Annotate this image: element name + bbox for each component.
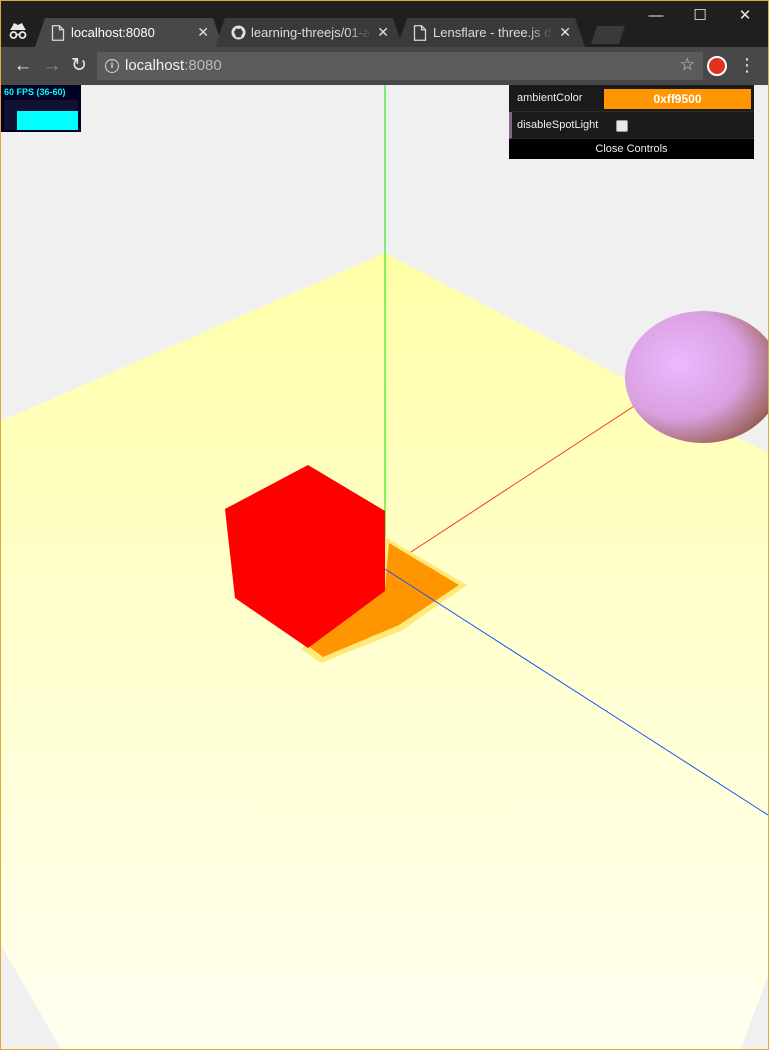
- url-text: localhost:8080: [125, 52, 222, 80]
- bookmark-star-icon[interactable]: ☆: [680, 55, 695, 75]
- browser-window: localhost:8080 ✕ learning-threejs/01-amb…: [0, 0, 769, 1050]
- page-icon: [413, 25, 427, 41]
- disable-spotlight-checkbox[interactable]: [616, 120, 628, 132]
- tab-strip: localhost:8080 ✕ learning-threejs/01-amb…: [1, 1, 768, 47]
- incognito-icon: [9, 23, 27, 39]
- new-tab-button[interactable]: [591, 26, 625, 44]
- page-icon: [51, 25, 65, 41]
- github-icon: [231, 25, 246, 40]
- info-icon[interactable]: i: [105, 59, 119, 73]
- control-disable-spotlight: disableSpotLight: [509, 112, 754, 139]
- maximize-button[interactable]: ☐: [677, 5, 723, 27]
- extension-stop-icon[interactable]: [707, 56, 727, 76]
- close-controls-button[interactable]: Close Controls: [509, 139, 754, 159]
- minimize-button[interactable]: —: [633, 5, 679, 27]
- reload-button[interactable]: ↻: [68, 55, 90, 77]
- ambient-color-label: ambientColor: [517, 92, 583, 104]
- dat-gui-panel: ambientColor 0xff9500 disableSpotLight C…: [509, 85, 754, 159]
- tab-localhost[interactable]: localhost:8080 ✕: [35, 18, 223, 47]
- three-scene[interactable]: [1, 85, 768, 1049]
- forward-button[interactable]: →: [41, 55, 63, 77]
- disable-spotlight-label: disableSpotLight: [517, 119, 599, 131]
- browser-toolbar: ← → ↻ i localhost:8080 ☆ ⋮: [1, 47, 768, 85]
- fps-label: 60 FPS (36-60): [4, 87, 66, 97]
- close-tab-icon[interactable]: ✕: [559, 18, 571, 47]
- webgl-viewport[interactable]: 60 FPS (36-60) ambientColor 0xff9500 dis…: [1, 85, 768, 1049]
- ambient-color-input[interactable]: 0xff9500: [604, 89, 751, 109]
- url-port: :8080: [184, 57, 222, 74]
- address-bar[interactable]: i localhost:8080 ☆: [97, 52, 703, 80]
- tab-github[interactable]: learning-threejs/01-ambient-light.html ✕: [215, 18, 403, 47]
- tab-title: localhost:8080: [71, 25, 155, 40]
- fps-graph-bar: [17, 111, 78, 130]
- close-tab-icon[interactable]: ✕: [197, 18, 209, 47]
- tab-title: Lensflare - three.js docs: [433, 25, 553, 40]
- fps-graph: [4, 100, 78, 130]
- control-ambient-color: ambientColor 0xff9500: [509, 85, 754, 112]
- close-window-button[interactable]: ✕: [722, 5, 768, 27]
- tab-title: learning-threejs/01-ambient-light.html: [251, 25, 371, 40]
- back-button[interactable]: ←: [12, 55, 34, 77]
- tab-lensflare[interactable]: Lensflare - three.js docs ✕: [397, 18, 585, 47]
- url-host: localhost: [125, 57, 185, 74]
- menu-icon[interactable]: ⋮: [738, 55, 756, 75]
- fps-stats-panel[interactable]: 60 FPS (36-60): [1, 85, 81, 132]
- close-tab-icon[interactable]: ✕: [377, 18, 389, 47]
